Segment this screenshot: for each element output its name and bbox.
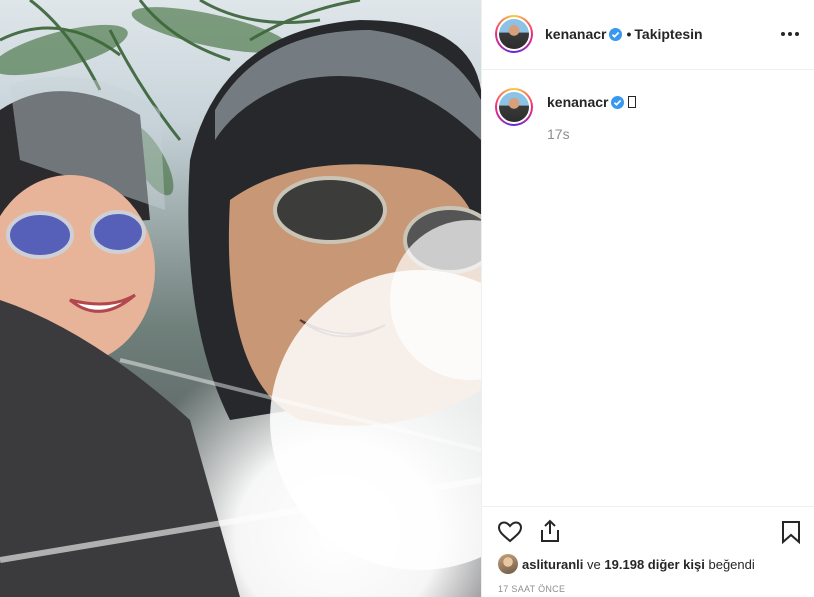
caption-line: kenanacr	[547, 94, 637, 110]
separator-dot: •	[626, 26, 632, 42]
more-options-icon[interactable]	[779, 24, 801, 44]
post-side-panel: kenanacr • Takiptesin kenanacr 17s aslitur…	[481, 0, 814, 597]
post-timestamp[interactable]: 17 SAAT ÖNCE	[498, 584, 565, 594]
post-photo[interactable]	[0, 0, 481, 597]
post-header: kenanacr • Takiptesin	[482, 0, 814, 70]
caption-time[interactable]: 17s	[547, 126, 570, 142]
likes-suffix: beğendi	[708, 557, 755, 572]
author-username[interactable]: kenanacr	[545, 26, 606, 42]
post-photo-illustration	[0, 0, 481, 597]
caption-author-avatar[interactable]	[495, 88, 533, 126]
liker-avatar[interactable]	[498, 554, 518, 574]
bookmark-icon[interactable]	[778, 519, 804, 545]
caption-emoji-glyph	[628, 96, 637, 108]
caption-author-username[interactable]: kenanacr	[547, 94, 608, 110]
author-line: kenanacr • Takiptesin	[545, 26, 703, 42]
author-avatar[interactable]	[495, 15, 533, 53]
verified-badge-icon	[609, 28, 623, 41]
liker-username[interactable]: aslituranli	[522, 557, 583, 572]
heart-icon[interactable]	[497, 519, 523, 545]
share-icon[interactable]	[537, 518, 563, 544]
following-status[interactable]: Takiptesin	[634, 26, 702, 42]
likes-summary: aslituranli ve 19.198 diğer kişi beğendi	[498, 554, 755, 574]
verified-badge-icon	[611, 96, 625, 109]
action-bar: aslituranli ve 19.198 diğer kişi beğendi…	[482, 506, 814, 597]
likes-connector: ve	[587, 557, 601, 572]
likes-count[interactable]: 19.198 diğer kişi	[604, 557, 704, 572]
